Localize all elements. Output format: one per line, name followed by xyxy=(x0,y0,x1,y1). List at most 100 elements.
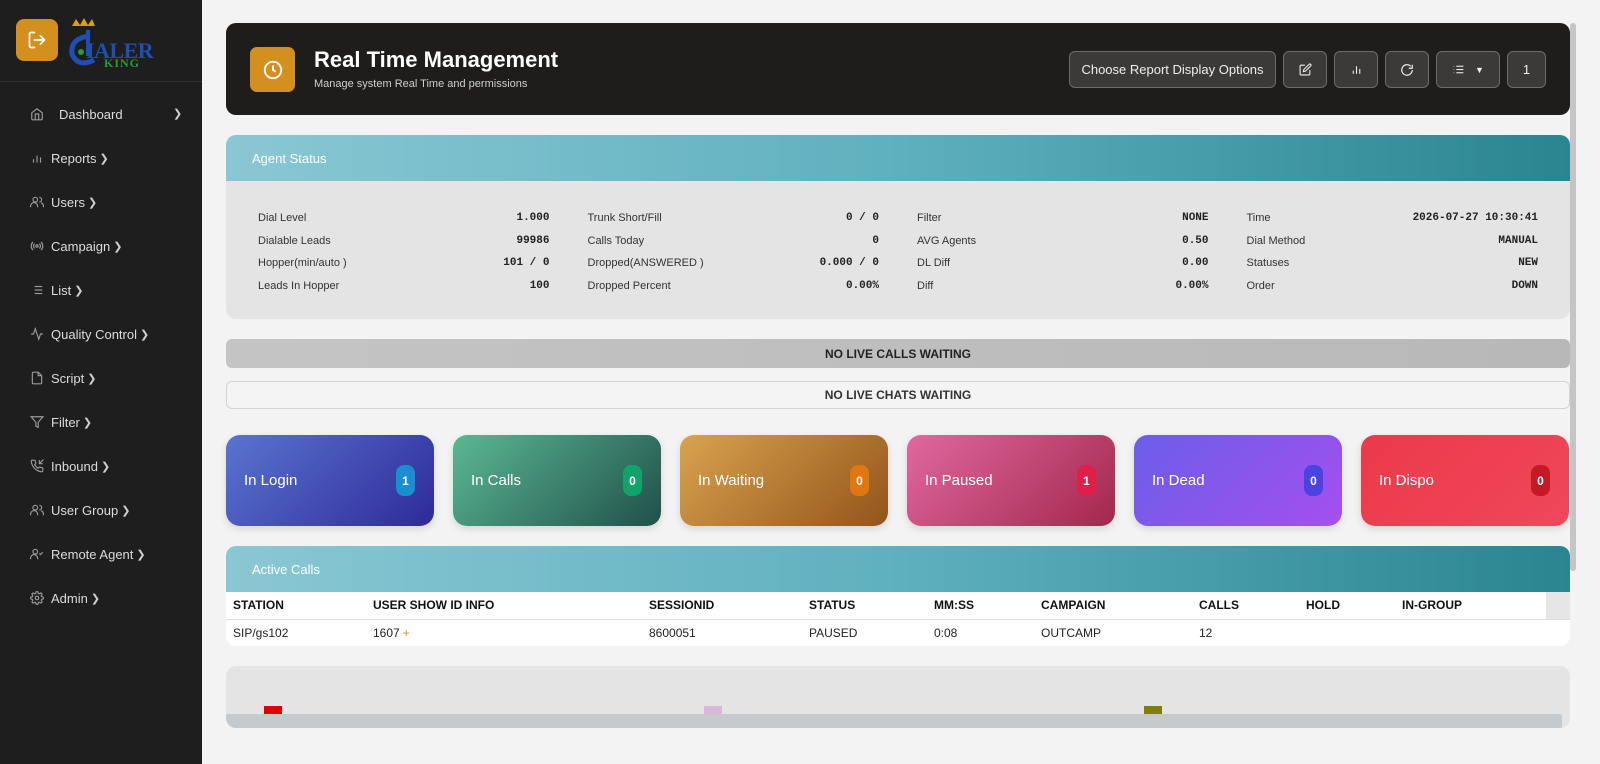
sidebar-item-quality-control[interactable]: Quality Control ❯ xyxy=(0,312,202,356)
horizontal-scrollbar[interactable] xyxy=(226,714,1562,728)
sidebar-item-remote-agent[interactable]: Remote Agent ❯ xyxy=(0,532,202,576)
tile-count-badge: 1 xyxy=(1077,465,1096,496)
column-header[interactable]: HOLD xyxy=(1299,592,1395,620)
stat-row: Trunk Short/Fill 0 / 0 xyxy=(588,207,880,230)
chart-button[interactable] xyxy=(1334,51,1378,88)
chevron-right-icon: ❯ xyxy=(136,548,146,561)
column-header[interactable]: STATUS xyxy=(802,592,927,620)
tile-in-dispo[interactable]: In Dispo 0 xyxy=(1361,435,1569,526)
table-cell: 1607 + xyxy=(366,619,642,646)
table-cell: SIP/gs102 xyxy=(233,625,289,640)
tile-label: In Dead xyxy=(1152,472,1205,489)
tile-label: In Dispo xyxy=(1379,472,1435,489)
stat-label: AVG Agents xyxy=(917,234,977,247)
stat-row: Dial Method MANUAL xyxy=(1247,230,1539,253)
table-header-row: STATION USER SHOW ID INFO SESSIONID STAT… xyxy=(226,592,1570,620)
list-icon xyxy=(29,282,45,298)
sidebar-item-admin[interactable]: Admin ❯ xyxy=(0,576,202,620)
counter-button[interactable]: 1 xyxy=(1507,51,1546,88)
stat-value: 1.000 xyxy=(516,212,550,225)
column-header[interactable]: SESSIONID xyxy=(642,592,802,620)
sidebar-item-label: Remote Agent xyxy=(51,546,134,562)
sidebar-item-label: Reports xyxy=(51,150,97,166)
tile-count-badge: 1 xyxy=(396,465,415,496)
stat-label: Dropped(ANSWERED ) xyxy=(587,257,704,270)
tile-in-login[interactable]: In Login 1 xyxy=(226,435,434,526)
caret-down-icon: ▼ xyxy=(1475,64,1484,75)
sidebar-top: IALER KING xyxy=(0,0,202,82)
stat-value: NONE xyxy=(1182,212,1209,225)
home-icon xyxy=(29,106,45,122)
tile-in-dead[interactable]: In Dead 0 xyxy=(1134,435,1342,526)
table-header-spacer xyxy=(1546,592,1570,620)
table-row[interactable]: SIP/gs102 1607 + 8600051 PAUSED 0:08 OUTC… xyxy=(226,619,1570,646)
report-display-options-button[interactable]: Choose Report Display Options xyxy=(1069,51,1276,88)
bar-chart-icon xyxy=(29,150,45,166)
stat-value: 101 / 0 xyxy=(503,257,550,270)
tile-count-badge: 0 xyxy=(623,465,642,496)
table-cell: 0:08 xyxy=(934,625,958,640)
logout-button[interactable] xyxy=(16,19,58,61)
stat-label: Leads In Hopper xyxy=(258,279,340,292)
column-header[interactable]: USER SHOW ID INFO xyxy=(366,592,642,620)
stat-label: Trunk Short/Fill xyxy=(587,212,662,225)
stat-value: 0.50 xyxy=(1182,234,1209,247)
sidebar-item-inbound[interactable]: Inbound ❯ xyxy=(0,444,202,488)
refresh-button[interactable] xyxy=(1385,51,1429,88)
sidebar-item-user-group[interactable]: User Group ❯ xyxy=(0,488,202,532)
logo: IALER KING xyxy=(64,16,164,70)
sidebar-item-script[interactable]: Script ❯ xyxy=(0,356,202,400)
list-options-dropdown[interactable]: ▼ xyxy=(1436,51,1500,88)
status-tiles: In Login 1 In Calls 0 In Waiting 0 In Pa… xyxy=(226,435,1570,526)
edit-icon xyxy=(1299,63,1312,76)
stat-column: Time 2026-07-27 10:30:41 Dial Method MANUA… xyxy=(1247,207,1539,297)
expand-plus-icon[interactable]: + xyxy=(403,626,410,640)
tile-label: In Login xyxy=(244,472,298,489)
live-chats-banner: NO LIVE CHATS WAITING xyxy=(226,381,1570,409)
stat-value: 0.00 xyxy=(1182,257,1209,270)
stat-value: 0 / 0 xyxy=(845,212,879,225)
logout-icon xyxy=(28,31,46,49)
stat-row: Time 2026-07-27 10:30:41 xyxy=(1247,207,1539,230)
edit-button[interactable] xyxy=(1283,51,1327,88)
sidebar-item-dashboard[interactable]: Dashboard ❯ xyxy=(0,92,202,136)
tile-in-calls[interactable]: In Calls 0 xyxy=(453,435,661,526)
chevron-right-icon: ❯ xyxy=(87,196,98,209)
table-cell: 8600051 xyxy=(649,625,696,640)
sidebar-item-list[interactable]: List ❯ xyxy=(0,268,202,312)
stat-row: Order DOWN xyxy=(1247,275,1539,298)
sidebar-item-label: Script xyxy=(51,370,85,386)
sidebar-nav: Dashboard ❯ Reports ❯ Users ❯ Campaign ❯… xyxy=(0,92,202,620)
tile-count-badge: 0 xyxy=(1304,465,1323,496)
stat-value: NEW xyxy=(1518,257,1538,270)
column-header[interactable]: CALLS xyxy=(1192,592,1299,620)
stat-value: 0 xyxy=(872,234,879,247)
stat-label: Calls Today xyxy=(587,234,645,247)
sidebar-item-users[interactable]: Users ❯ xyxy=(0,180,202,224)
column-header[interactable]: IN-GROUP xyxy=(1395,592,1546,620)
stat-row: DL Diff 0.00 xyxy=(917,252,1209,275)
sidebar-item-filter[interactable]: Filter ❯ xyxy=(0,400,202,444)
sidebar-item-reports[interactable]: Reports ❯ xyxy=(0,136,202,180)
stat-row: Statuses NEW xyxy=(1247,252,1539,275)
column-header[interactable]: CAMPAIGN xyxy=(1034,592,1192,620)
stat-row: Leads In Hopper 100 xyxy=(258,275,550,298)
tile-in-paused[interactable]: In Paused 1 xyxy=(907,435,1115,526)
active-calls-table: STATION USER SHOW ID INFO SESSIONID STAT… xyxy=(226,592,1570,646)
tile-in-waiting[interactable]: In Waiting 0 xyxy=(680,435,888,526)
stat-label: Time xyxy=(1246,212,1271,225)
bar-chart-icon xyxy=(1352,66,1360,74)
sidebar-item-label: Filter xyxy=(51,414,80,430)
vertical-scrollbar[interactable] xyxy=(1570,23,1576,571)
column-header[interactable]: MM:SS xyxy=(927,592,1034,620)
sidebar-item-campaign[interactable]: Campaign ❯ xyxy=(0,224,202,268)
column-header[interactable]: STATION xyxy=(226,592,366,620)
stat-label: Diff xyxy=(917,279,934,292)
user-check-icon xyxy=(29,546,45,562)
users-icon xyxy=(29,194,45,210)
chevron-right-icon: ❯ xyxy=(99,152,109,165)
agent-status-title: Agent Status xyxy=(226,135,1570,181)
stat-row: Filter NONE xyxy=(917,207,1209,230)
tile-count-badge: 0 xyxy=(850,465,869,496)
stat-value: 0.000 / 0 xyxy=(819,257,879,270)
